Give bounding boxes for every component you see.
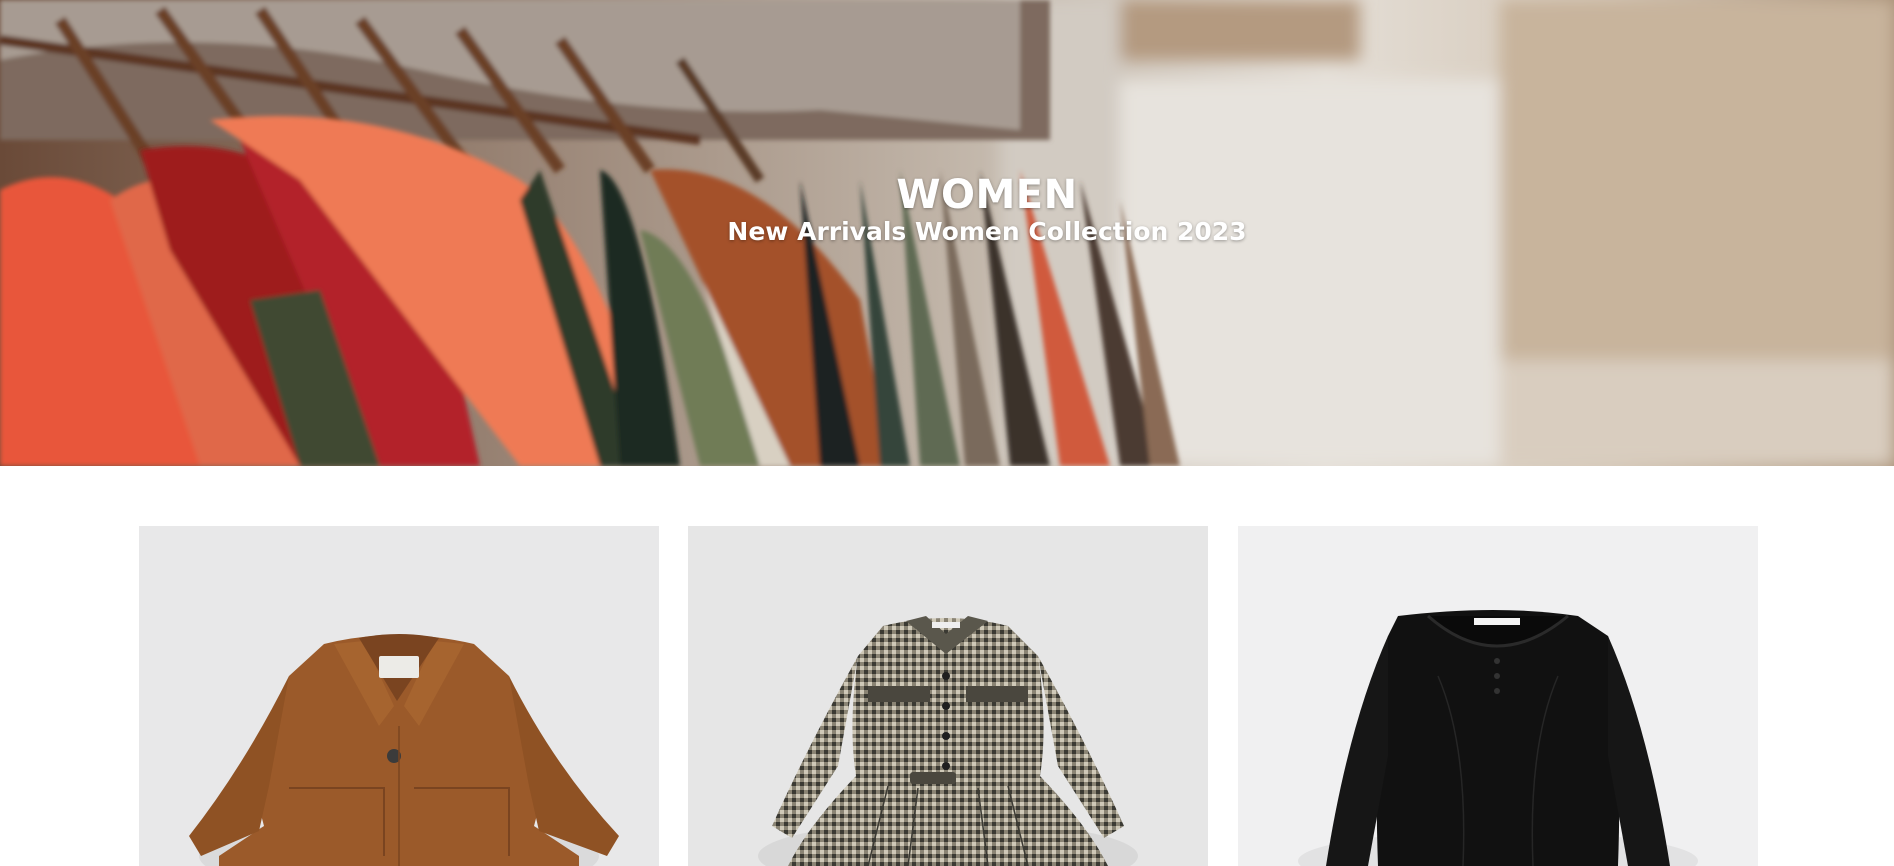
product-card-brown-coat[interactable] — [139, 526, 659, 866]
product-card-black-top[interactable] — [1238, 526, 1758, 866]
hero-title: WOMEN — [896, 172, 1078, 218]
product-grid — [139, 526, 1759, 866]
gingham-dress-image — [688, 526, 1208, 866]
brown-coat-image — [139, 526, 659, 866]
hero-text-block: WOMEN New Arrivals Women Collection 2023 — [0, 170, 1894, 248]
hero-subtitle: New Arrivals Women Collection 2023 — [727, 217, 1247, 246]
hero-banner: WOMEN New Arrivals Women Collection 2023 — [0, 0, 1894, 466]
product-card-gingham-dress[interactable] — [688, 526, 1208, 866]
black-top-image — [1238, 526, 1758, 866]
